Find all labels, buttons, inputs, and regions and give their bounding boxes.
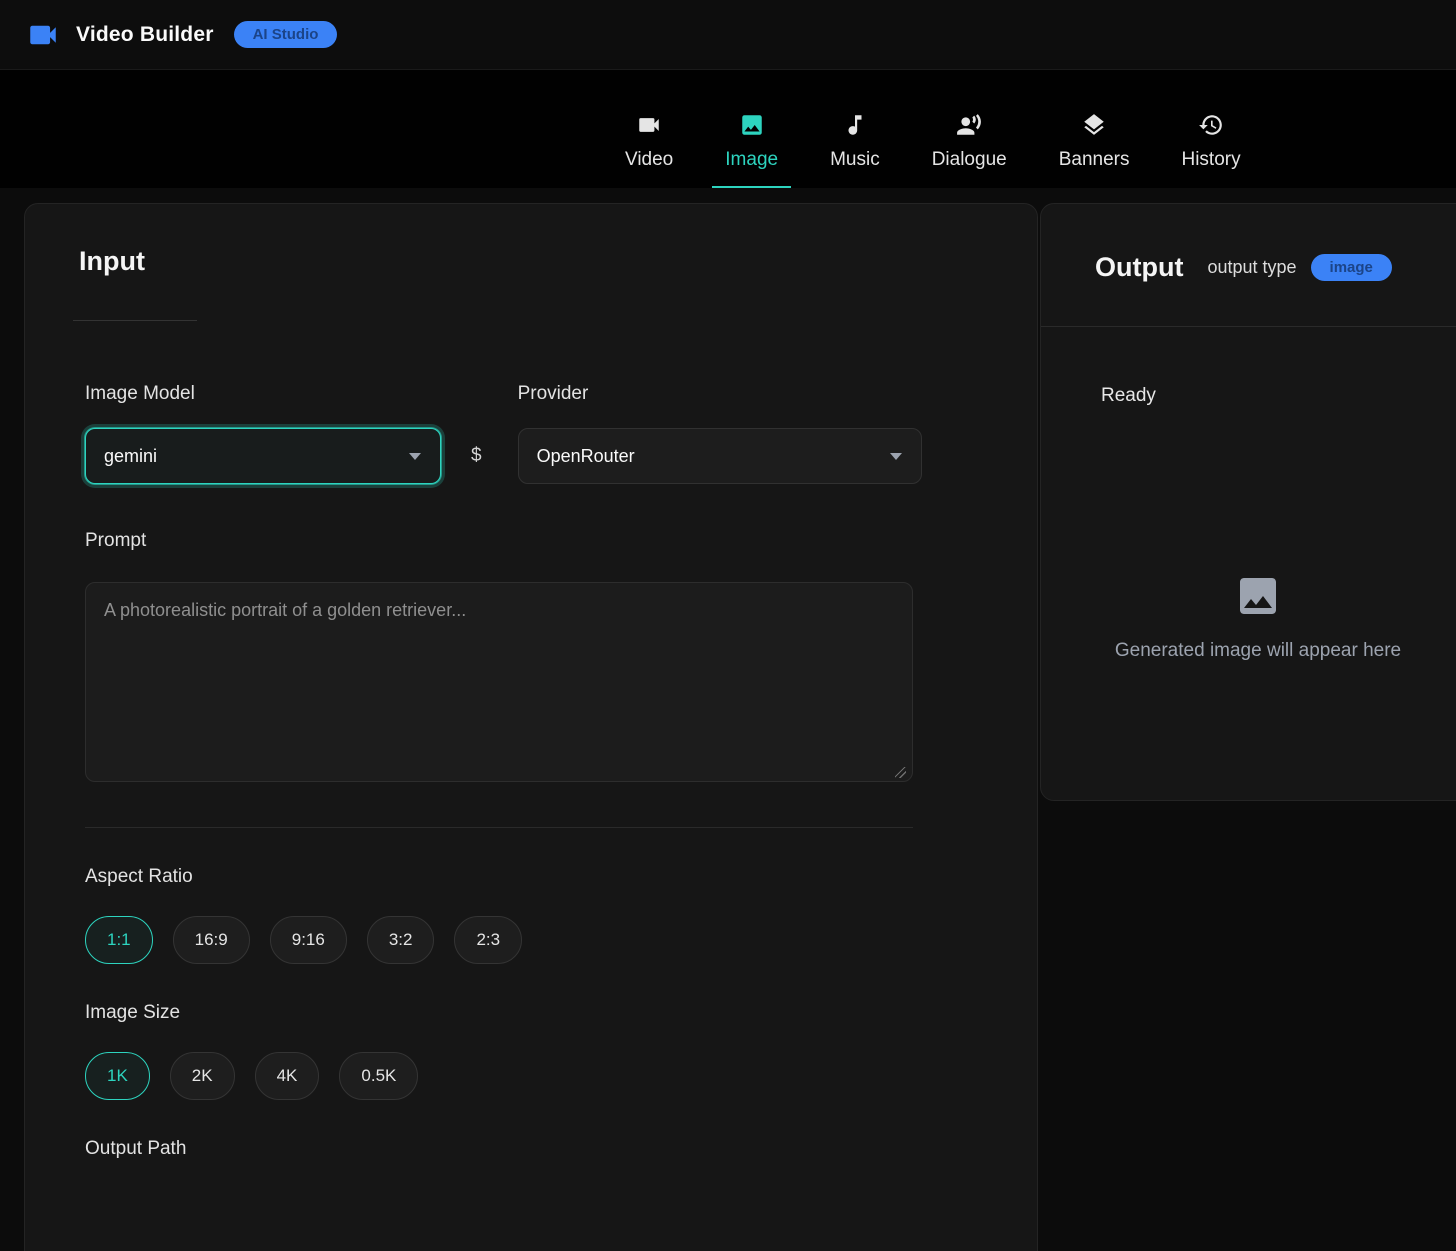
output-type-badge: image — [1311, 254, 1392, 281]
tab-banners[interactable]: Banners — [1046, 106, 1143, 188]
tab-label: Music — [830, 149, 880, 171]
video-camera-icon — [636, 112, 662, 138]
prompt-textarea-wrap — [85, 582, 913, 787]
status-text: Ready — [1101, 385, 1456, 407]
image-model-label: Image Model — [85, 383, 441, 405]
output-path-label: Output Path — [85, 1138, 977, 1160]
input-panel-title: Input — [79, 246, 977, 277]
main-content: Input Image Model gemini $ Provider Open… — [0, 188, 1456, 1251]
image-size-option-1k[interactable]: 1K — [85, 1052, 150, 1100]
tab-label: Banners — [1059, 149, 1130, 171]
tab-bar: Video Image Music Dialogue Banners Histo… — [0, 70, 1456, 188]
chevron-down-icon — [889, 452, 903, 461]
tab-history[interactable]: History — [1168, 106, 1253, 188]
voice-over-icon — [956, 112, 982, 138]
provider-field: Provider OpenRouter — [518, 383, 922, 484]
output-header: Output output type image — [1041, 252, 1456, 283]
tab-image[interactable]: Image — [712, 106, 791, 188]
provider-label: Provider — [518, 383, 922, 405]
aspect-ratio-option-2-3[interactable]: 2:3 — [454, 916, 522, 964]
title-divider — [73, 320, 197, 321]
provider-value: OpenRouter — [537, 446, 635, 467]
tab-label: History — [1181, 149, 1240, 171]
image-model-select[interactable]: gemini — [85, 428, 441, 484]
app-header: Video Builder AI Studio — [0, 0, 1456, 70]
section-divider — [85, 827, 913, 828]
aspect-ratio-options: 1:1 16:9 9:16 3:2 2:3 — [85, 916, 977, 964]
output-panel-title: Output — [1095, 252, 1183, 283]
tab-dialogue[interactable]: Dialogue — [919, 106, 1020, 188]
music-note-icon — [842, 112, 868, 138]
output-placeholder: Generated image will appear here — [1041, 572, 1456, 662]
layers-icon — [1081, 112, 1107, 138]
tab-label: Video — [625, 149, 673, 171]
image-placeholder-icon — [1234, 572, 1282, 620]
prompt-textarea[interactable] — [85, 582, 913, 782]
currency-symbol: $ — [471, 445, 482, 467]
tab-video[interactable]: Video — [612, 106, 686, 188]
placeholder-text: Generated image will appear here — [1115, 640, 1401, 662]
image-model-field: Image Model gemini — [85, 383, 441, 484]
output-divider — [1041, 326, 1456, 327]
image-size-option-0-5k[interactable]: 0.5K — [339, 1052, 418, 1100]
aspect-ratio-option-16-9[interactable]: 16:9 — [173, 916, 250, 964]
input-panel: Input Image Model gemini $ Provider Open… — [24, 203, 1038, 1251]
image-model-value: gemini — [104, 446, 157, 467]
app-title: Video Builder — [76, 23, 214, 47]
history-icon — [1198, 112, 1224, 138]
output-type-label: output type — [1207, 257, 1296, 278]
aspect-ratio-option-1-1[interactable]: 1:1 — [85, 916, 153, 964]
aspect-ratio-option-9-16[interactable]: 9:16 — [270, 916, 347, 964]
image-size-option-2k[interactable]: 2K — [170, 1052, 235, 1100]
aspect-ratio-option-3-2[interactable]: 3:2 — [367, 916, 435, 964]
ai-studio-badge: AI Studio — [234, 21, 338, 48]
image-size-option-4k[interactable]: 4K — [255, 1052, 320, 1100]
image-size-label: Image Size — [85, 1002, 977, 1024]
tab-label: Image — [725, 149, 778, 171]
provider-select[interactable]: OpenRouter — [518, 428, 922, 484]
image-icon — [739, 112, 765, 138]
tab-label: Dialogue — [932, 149, 1007, 171]
aspect-ratio-label: Aspect Ratio — [85, 866, 977, 888]
output-panel: Output output type image Ready Generated… — [1040, 203, 1456, 801]
model-provider-row: Image Model gemini $ Provider OpenRouter — [85, 383, 977, 484]
video-camera-icon — [26, 18, 60, 52]
chevron-down-icon — [408, 452, 422, 461]
tab-music[interactable]: Music — [817, 106, 893, 188]
prompt-label: Prompt — [85, 530, 977, 552]
image-size-options: 1K 2K 4K 0.5K — [85, 1052, 977, 1100]
